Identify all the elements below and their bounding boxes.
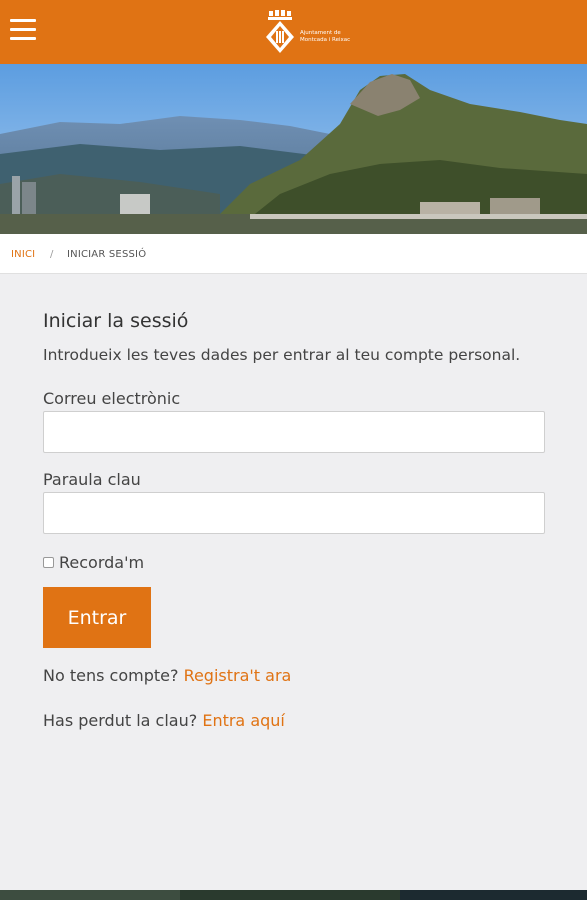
- email-label: Correu electrònic: [43, 389, 181, 408]
- coat-of-arms-icon: [266, 10, 294, 53]
- login-button[interactable]: Entrar: [43, 587, 151, 648]
- lost-password-line: Has perdut la clau? Entra aquí: [43, 711, 285, 730]
- intro-text: Introdueix les teves dades per entrar al…: [43, 346, 521, 364]
- remember-me-checkbox[interactable]: [43, 557, 54, 568]
- lost-password-text: Has perdut la clau?: [43, 711, 198, 730]
- breadcrumb-home-link[interactable]: INICI: [11, 249, 35, 260]
- no-account-text: No tens compte?: [43, 666, 179, 685]
- logo-text: Ajuntament de Montcada i Reixac: [300, 30, 350, 44]
- logo-text-line1: Ajuntament de: [300, 30, 341, 36]
- hamburger-menu-icon[interactable]: [10, 19, 36, 43]
- breadcrumb-separator: /: [50, 249, 54, 260]
- logo-text-line2: Montcada i Reixac: [300, 37, 351, 43]
- password-label: Paraula clau: [43, 470, 141, 489]
- register-link[interactable]: Registra't ara: [184, 666, 292, 685]
- municipality-logo[interactable]: Ajuntament de Montcada i Reixac: [263, 9, 363, 55]
- breadcrumb-current: INICIAR SESSIÓ: [67, 249, 147, 260]
- footer-image-strip: [0, 890, 587, 900]
- top-bar: Ajuntament de Montcada i Reixac: [0, 0, 587, 64]
- email-field[interactable]: [43, 411, 545, 453]
- remember-me: Recorda'm: [43, 553, 144, 572]
- register-line: No tens compte? Registra't ara: [43, 666, 291, 685]
- page-title: Iniciar la sessió: [43, 310, 189, 332]
- hero-image: [0, 64, 587, 234]
- breadcrumb: INICI / INICIAR SESSIÓ: [0, 234, 587, 274]
- remember-me-label[interactable]: Recorda'm: [59, 553, 144, 572]
- lost-password-link[interactable]: Entra aquí: [202, 711, 285, 730]
- password-field[interactable]: [43, 492, 545, 534]
